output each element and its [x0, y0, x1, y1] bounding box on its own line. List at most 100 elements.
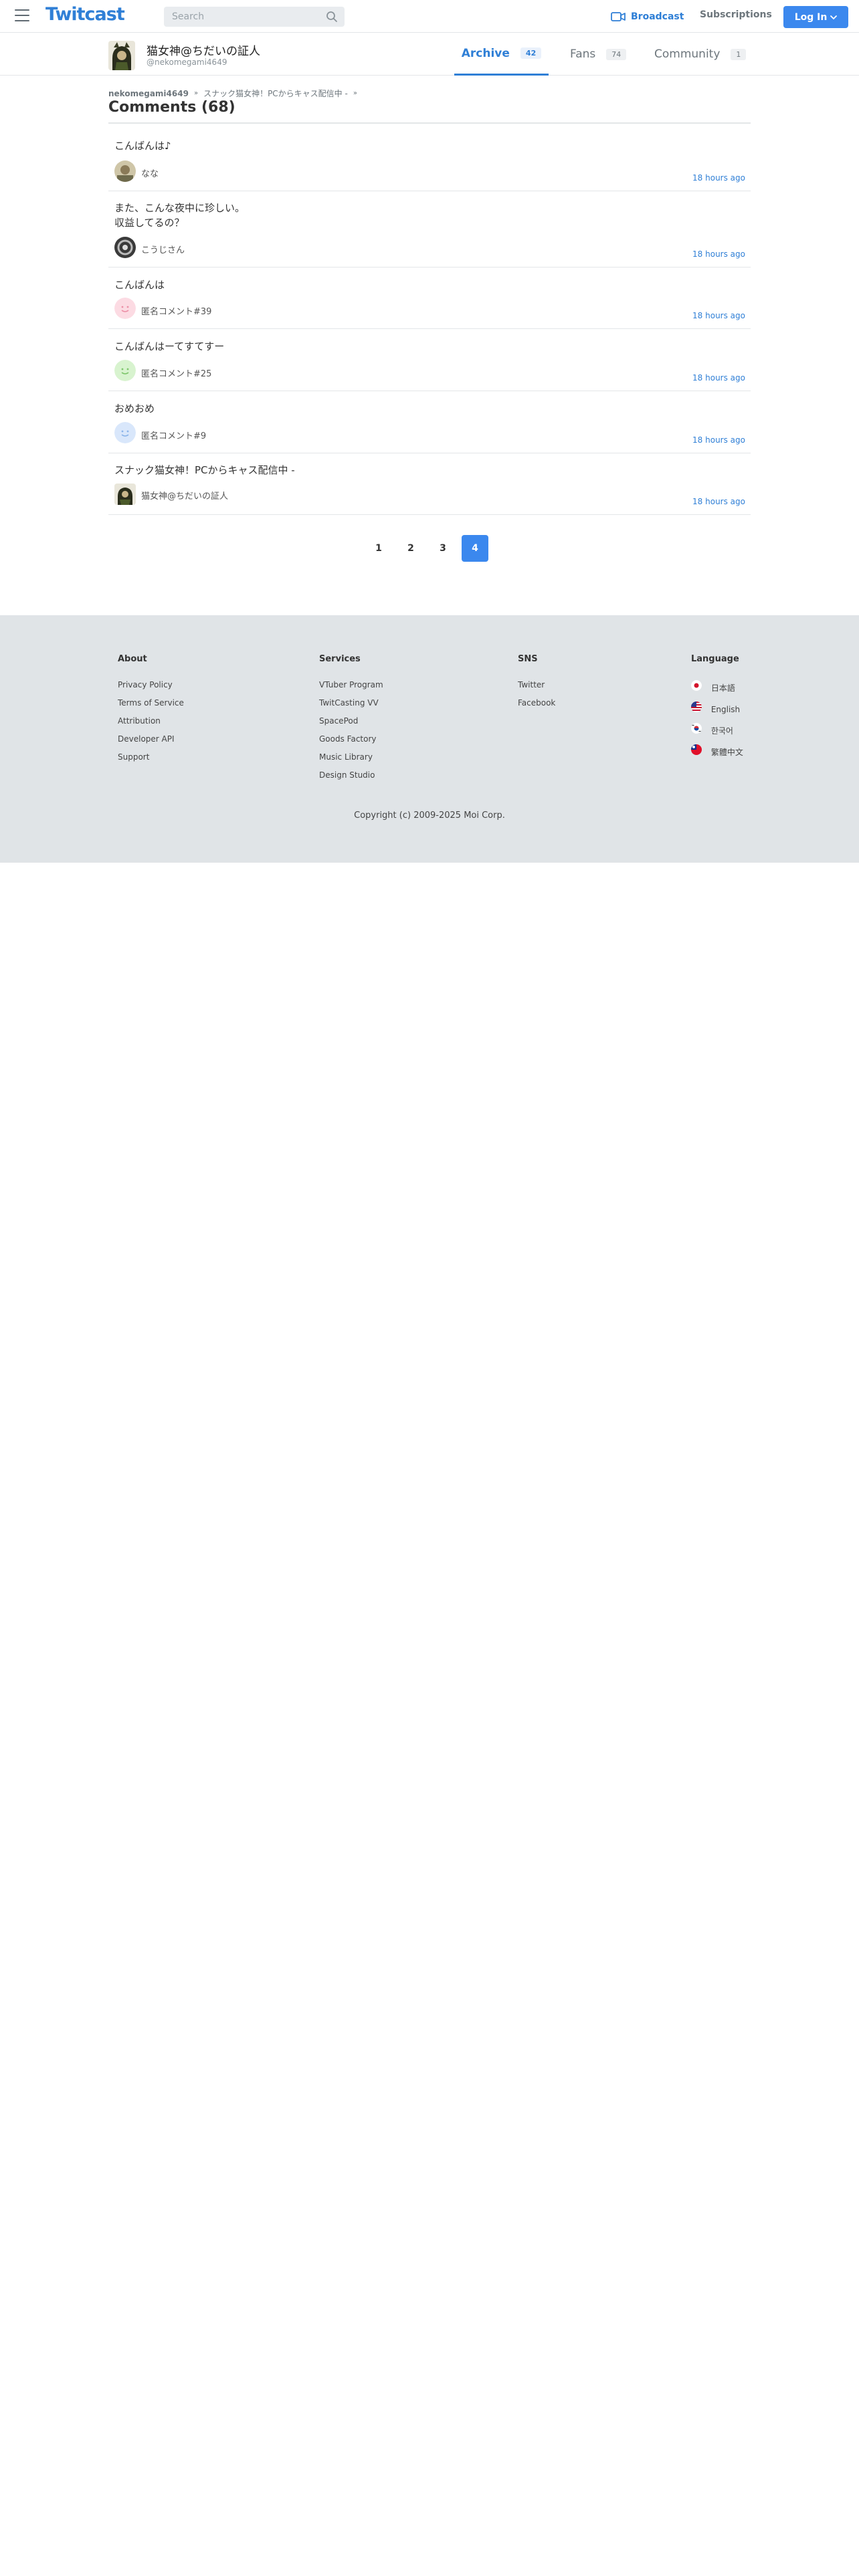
- broadcast-button[interactable]: Broadcast: [611, 9, 684, 24]
- comment-time[interactable]: 18 hours ago: [692, 173, 745, 183]
- us-flag-icon: [691, 702, 702, 712]
- menu-icon[interactable]: [15, 9, 29, 21]
- comment-author[interactable]: こうじさん: [141, 243, 185, 255]
- comment-text-line: また、こんな夜中に珍しい。: [114, 202, 246, 214]
- comments-title: Comments (68): [108, 99, 235, 116]
- japan-flag-icon: [691, 680, 702, 691]
- comment-text: おめおめ: [114, 403, 155, 415]
- page-link-current[interactable]: 4: [462, 535, 488, 562]
- comment-author[interactable]: なな: [141, 167, 159, 179]
- tab-community[interactable]: Community 1: [654, 33, 747, 76]
- language-option[interactable]: 日本語: [691, 680, 743, 693]
- comment-time[interactable]: 18 hours ago: [692, 373, 745, 383]
- page-link[interactable]: 2: [397, 535, 424, 562]
- site-logo[interactable]: Twitcast: [45, 4, 125, 25]
- comment-item: こんばんはーてすてすー 匿名コメント#25 18 hours ago: [108, 329, 751, 391]
- footer-heading: SNS: [518, 654, 538, 664]
- avatar[interactable]: [114, 160, 136, 182]
- footer: About Privacy Policy Terms of Service At…: [0, 615, 859, 863]
- comment-time[interactable]: 18 hours ago: [692, 249, 745, 259]
- footer-language: Language 日本語 English 한국어 繁體中文: [691, 654, 743, 766]
- footer-link[interactable]: Goods Factory: [319, 734, 383, 744]
- avatar[interactable]: [114, 484, 136, 505]
- language-option[interactable]: 繁體中文: [691, 744, 743, 757]
- login-label: Log In: [794, 11, 828, 23]
- tab-label: Archive: [461, 46, 510, 60]
- tab-label: Fans: [570, 47, 596, 61]
- comment-author: 匿名コメント#39: [141, 307, 212, 317]
- tab-count-badge: 1: [731, 48, 747, 60]
- breadcrumb-movie[interactable]: スナック猫女神！PCからキャス配信中 -: [203, 88, 348, 99]
- chevron-right-icon: »: [193, 90, 199, 97]
- footer-sns: SNS Twitter Facebook: [518, 654, 555, 716]
- comment-time[interactable]: 18 hours ago: [692, 497, 745, 506]
- chevron-right-icon: »: [353, 90, 357, 97]
- avatar[interactable]: [114, 237, 136, 258]
- comment-time[interactable]: 18 hours ago: [692, 311, 745, 320]
- anonymous-avatar-icon: [114, 422, 136, 443]
- comment-time[interactable]: 18 hours ago: [692, 435, 745, 445]
- footer-link[interactable]: Twitter: [518, 680, 555, 689]
- login-button[interactable]: Log In: [783, 6, 848, 28]
- footer-link[interactable]: Facebook: [518, 698, 555, 708]
- tab-label: Community: [654, 47, 721, 61]
- footer-heading: Services: [319, 654, 361, 664]
- comment-author: 匿名コメント#25: [141, 369, 212, 379]
- language-option[interactable]: English: [691, 702, 743, 714]
- tab-count-badge: 42: [520, 47, 542, 59]
- footer-link[interactable]: SpacePod: [319, 716, 383, 726]
- comment-text-line: 収益してるの？: [114, 217, 185, 229]
- language-label: 日本語: [710, 683, 735, 693]
- footer-link[interactable]: TwitCasting VV: [319, 698, 383, 708]
- comment-item: また、こんな夜中に珍しい。 収益してるの？ こうじさん 18 hours ago: [108, 191, 751, 267]
- pagination: 1 2 3 4: [365, 535, 494, 562]
- subscriptions-link[interactable]: Subscriptions: [700, 9, 772, 20]
- footer-link[interactable]: Attribution: [118, 716, 184, 726]
- comment-text: また、こんな夜中に珍しい。 収益してるの？: [114, 201, 245, 230]
- comment-text: こんばんは: [114, 279, 165, 291]
- footer-link[interactable]: Developer API: [118, 734, 184, 744]
- comment-author: 匿名コメント#9: [141, 431, 207, 441]
- language-option[interactable]: 한국어: [691, 723, 743, 736]
- search-input[interactable]: [164, 7, 318, 27]
- tab-fans[interactable]: Fans 74: [570, 33, 627, 76]
- footer-link[interactable]: VTuber Program: [319, 680, 383, 689]
- comment-text: こんばんは♪: [114, 140, 171, 152]
- language-label: English: [710, 705, 741, 714]
- footer-services: Services VTuber Program TwitCasting VV S…: [319, 654, 383, 788]
- footer-heading: Language: [691, 654, 739, 664]
- page-link[interactable]: 1: [365, 535, 392, 562]
- tab-count-badge: 74: [606, 48, 627, 60]
- anonymous-avatar-icon: [114, 298, 136, 319]
- taiwan-flag-icon: [691, 744, 702, 755]
- copyright: Copyright (c) 2009-2025 Moi Corp.: [354, 811, 505, 821]
- user-avatar[interactable]: [108, 41, 135, 70]
- footer-link[interactable]: Privacy Policy: [118, 680, 184, 689]
- search-icon[interactable]: [326, 11, 338, 23]
- footer-about: About Privacy Policy Terms of Service At…: [118, 654, 184, 770]
- footer-link[interactable]: Music Library: [319, 752, 383, 762]
- user-screen-id: @nekomegami4649: [147, 58, 227, 67]
- broadcast-label: Broadcast: [631, 11, 684, 22]
- comment-item: スナック猫女神！PCからキャス配信中 - 猫女神@ちだいの証人 18 hours…: [108, 453, 751, 515]
- breadcrumb-home[interactable]: nekomegami4649: [108, 89, 189, 98]
- footer-link[interactable]: Design Studio: [319, 770, 383, 780]
- user-bar: 猫女神@ちだいの証人 @nekomegami4649 Archive 42 Fa…: [0, 33, 859, 76]
- search-box[interactable]: [164, 7, 345, 27]
- anonymous-avatar-icon: [114, 360, 136, 381]
- comment-text: スナック猫女神！PCからキャス配信中 -: [114, 464, 295, 476]
- korea-flag-icon: [691, 723, 702, 734]
- video-camera-icon: [611, 12, 626, 21]
- comment-item: こんばんは 匿名コメント#39 18 hours ago: [108, 267, 751, 329]
- comment-author[interactable]: 猫女神@ちだいの証人: [141, 489, 228, 502]
- language-label: 繁體中文: [710, 748, 743, 757]
- user-display-name[interactable]: 猫女神@ちだいの証人: [147, 41, 260, 58]
- comment-text: こんばんはーてすてすー: [114, 340, 225, 352]
- page-link[interactable]: 3: [430, 535, 456, 562]
- comment-item: こんばんは♪ なな 18 hours ago: [108, 124, 751, 191]
- language-label: 한국어: [710, 726, 733, 736]
- footer-link[interactable]: Support: [118, 752, 184, 762]
- breadcrumb: nekomegami4649 » スナック猫女神！PCからキャス配信中 - »: [108, 88, 363, 99]
- tab-archive[interactable]: Archive 42: [454, 33, 549, 76]
- footer-link[interactable]: Terms of Service: [118, 698, 184, 708]
